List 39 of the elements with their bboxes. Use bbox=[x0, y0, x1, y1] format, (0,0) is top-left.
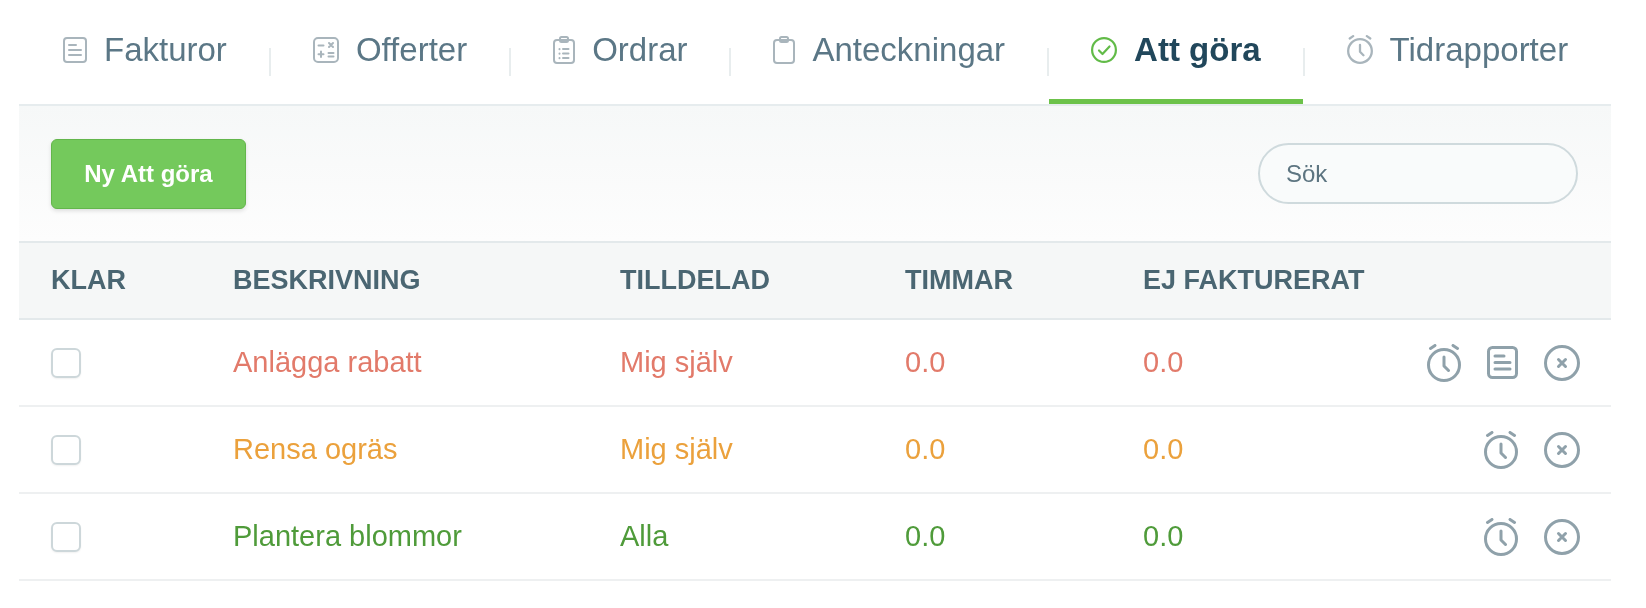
column-header: TIMMAR bbox=[905, 265, 1014, 296]
table-cell: Mig själv bbox=[620, 346, 733, 379]
table-cell: 0.0 bbox=[905, 433, 946, 466]
table-cell: Rensa ogräs bbox=[233, 433, 398, 466]
document-icon[interactable] bbox=[1487, 346, 1518, 379]
clipboard-list-icon bbox=[553, 35, 576, 64]
alarm-clock-icon[interactable] bbox=[1484, 430, 1518, 469]
checkbox[interactable] bbox=[51, 521, 81, 552]
tab[interactable]: Anteckningar bbox=[731, 0, 1048, 104]
calculator-icon bbox=[312, 36, 339, 63]
table-cell: 0.0 bbox=[1143, 346, 1184, 379]
table-cell: 0.0 bbox=[905, 520, 946, 553]
column-header: KLAR bbox=[51, 265, 127, 296]
check-circle-icon bbox=[1091, 36, 1118, 63]
checkbox[interactable] bbox=[51, 434, 81, 465]
table-cell: Alla bbox=[620, 520, 669, 553]
document-icon bbox=[63, 36, 87, 63]
table-cell: Plantera blommor bbox=[233, 520, 462, 553]
table-cell: 0.0 bbox=[905, 346, 946, 379]
checkbox[interactable] bbox=[51, 347, 81, 378]
alarm-clock-icon[interactable] bbox=[1484, 517, 1518, 556]
column-header: TILLDELAD bbox=[620, 265, 771, 296]
table-cell: Anlägga rabatt bbox=[233, 346, 422, 379]
alarm-clock-icon bbox=[1346, 35, 1373, 64]
tab[interactable]: Ordrar bbox=[511, 0, 730, 104]
tab[interactable]: Tidrapporter bbox=[1304, 0, 1611, 104]
alarm-clock-icon[interactable] bbox=[1427, 343, 1461, 382]
table-cell: 0.0 bbox=[1143, 520, 1184, 553]
close-icon[interactable] bbox=[1544, 431, 1580, 468]
close-icon[interactable] bbox=[1544, 518, 1580, 555]
clipboard-icon bbox=[773, 35, 796, 64]
tab[interactable]: Fakturor bbox=[19, 0, 269, 104]
table-cell: Mig själv bbox=[620, 433, 733, 466]
column-header: EJ FAKTURERAT bbox=[1143, 265, 1366, 296]
search-field[interactable]: Sök bbox=[1258, 143, 1578, 204]
close-icon[interactable] bbox=[1544, 344, 1580, 381]
tab[interactable]: Offerter bbox=[270, 0, 510, 104]
column-header: BESKRIVNING bbox=[233, 265, 422, 296]
table-cell: 0.0 bbox=[1143, 433, 1184, 466]
